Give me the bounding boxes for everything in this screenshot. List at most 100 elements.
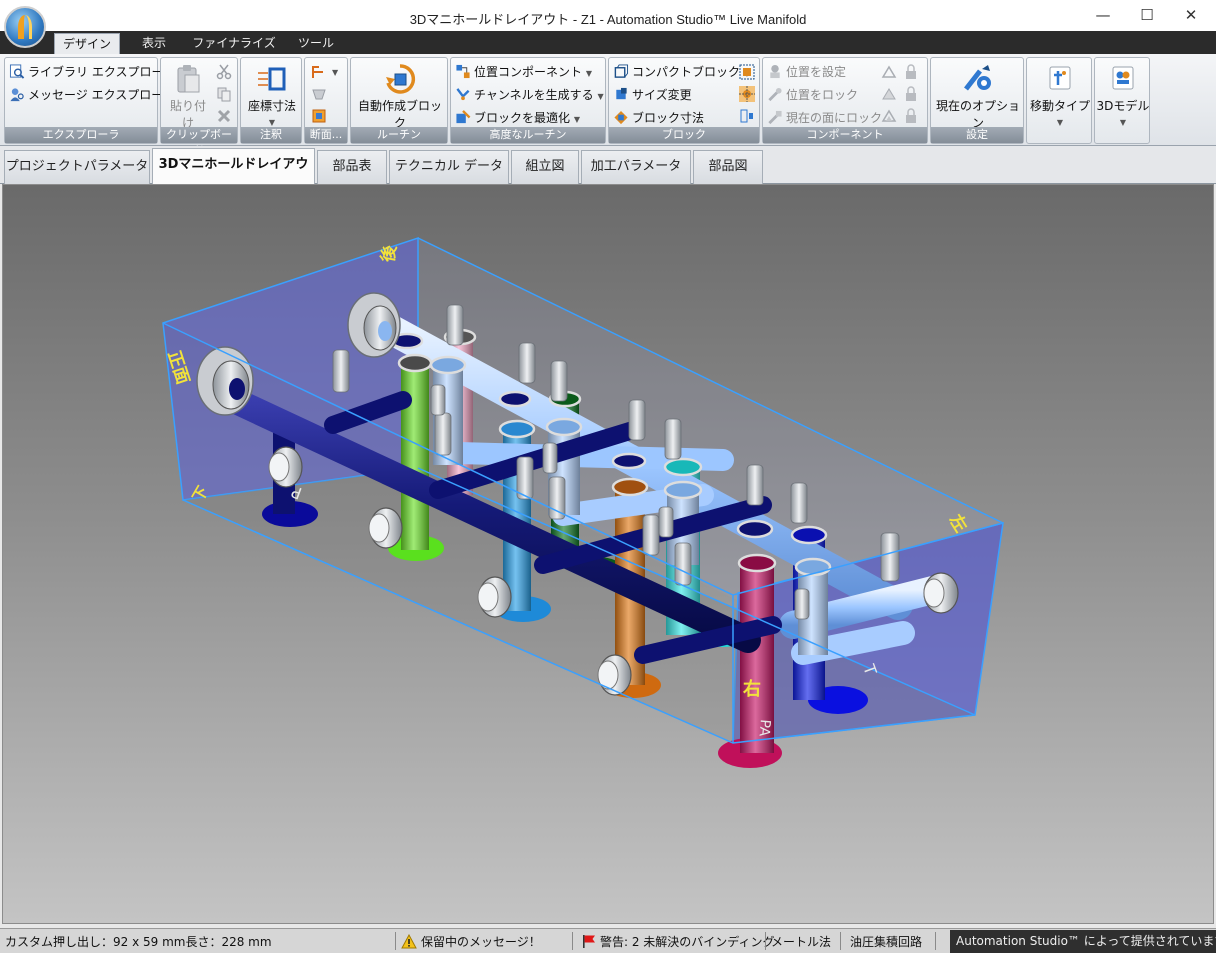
port-ring-green [397, 353, 433, 373]
warning-triangle-icon [401, 934, 417, 949]
port-ring-navy-b [498, 390, 532, 408]
paste-button[interactable]: 貼り付け [165, 63, 211, 131]
lock-position-label: 位置をロック [786, 88, 859, 102]
section-plane-icon[interactable] [311, 86, 327, 102]
status-pending-messages[interactable]: 保留中のメッセージ！ [401, 933, 541, 950]
lock-position-button[interactable]: 位置をロック [767, 85, 858, 106]
chevron-down-icon: ▼ [268, 118, 276, 127]
lock-z-icon[interactable] [903, 108, 919, 124]
group-section-label: 断面... [305, 127, 347, 143]
tab-tools[interactable]: ツール [290, 33, 342, 54]
section-cut-icon[interactable] [311, 108, 327, 124]
move-type-button[interactable]: 移動タイプ ▼ [1029, 63, 1091, 128]
status-warning[interactable]: 警告: 2 未解決のバインディング [582, 933, 774, 950]
compact-block-button[interactable]: コンパクトブロック ▼ [613, 62, 750, 83]
3d-viewport[interactable]: 正面 後 右 左 下 P T PA [2, 184, 1214, 924]
document-tab-bar: プロジェクトパラメータ 3Dマニホールドレイアウト 部品表 テクニカル データ … [0, 146, 1216, 204]
position-component-button[interactable]: 位置コンポーネント ▼ [455, 62, 592, 83]
face-label-right: 右 [743, 678, 761, 700]
library-explorer-button[interactable]: ライブラリ エクスプローラ [9, 62, 175, 83]
group-explorer-label: エクスプローラ [5, 127, 157, 143]
window-title: 3Dマニホールドレイアウト - Z1 - Automation Studio™ … [409, 12, 807, 27]
rotate-x-icon[interactable] [881, 64, 897, 80]
status-separator [765, 932, 766, 950]
tab-part-drawing[interactable]: 部品図 [693, 150, 763, 184]
3d-model-button[interactable]: 3Dモデル ▼ [1096, 63, 1150, 128]
compact-block-icon [614, 64, 629, 78]
generate-channel-icon [456, 88, 470, 101]
copy-icon[interactable] [216, 86, 232, 102]
resize-icon [616, 87, 627, 100]
resize-button[interactable]: サイズ変更 [613, 85, 692, 106]
group-component: 位置を設定 位置をロック 現在の面にロック コンポーネント [762, 57, 928, 144]
position-component-label: 位置コンポーネント [474, 65, 583, 79]
block-center-icon[interactable] [739, 86, 755, 102]
tab-3d-manifold-layout[interactable]: 3Dマニホールドレイアウト [152, 148, 315, 204]
tab-view[interactable]: 表示 [130, 33, 178, 54]
group-3d-model: 3Dモデル ▼ [1094, 57, 1150, 144]
status-circuit-type[interactable]: 油圧集積回路 [850, 933, 922, 950]
group-move-type: 移動タイプ ▼ [1026, 57, 1092, 144]
tab-project-parameters[interactable]: プロジェクトパラメータ [4, 150, 150, 184]
chevron-down-icon: ▼ [597, 92, 604, 101]
chevron-down-icon: ▼ [585, 69, 592, 78]
status-separator [840, 932, 841, 950]
close-button[interactable]: ✕ [1168, 0, 1214, 32]
group-block: コンパクトブロック ▼ サイズ変更 ブロック寸法 ブロック [608, 57, 760, 144]
status-units[interactable]: メートル法 [771, 933, 831, 950]
auto-block-label: 自動作成ブロック [357, 99, 442, 130]
lock-current-face-button[interactable]: 現在の面にロック [767, 108, 882, 129]
optimize-block-icon [456, 110, 471, 124]
port-ring-cyan [663, 457, 703, 477]
group-advanced-routine-label: 高度なルーチン [451, 127, 605, 143]
cut-icon[interactable] [216, 64, 232, 80]
status-separator [572, 932, 573, 950]
position-component-icon [456, 64, 470, 79]
tab-technical-data[interactable]: テクニカル データ [389, 150, 509, 184]
generate-channel-button[interactable]: チャンネルを生成する ▼ [455, 85, 604, 106]
rotate-z-icon[interactable] [881, 108, 897, 124]
tab-machining-parameters[interactable]: 加工パラメータ [581, 150, 691, 184]
port-ring-crimson [737, 553, 777, 573]
tab-assembly-drawing[interactable]: 組立図 [511, 150, 579, 184]
chevron-down-icon: ▼ [1119, 118, 1127, 127]
tab-design[interactable]: デザイン [54, 33, 120, 54]
tab-finalize[interactable]: ファイナライズ [190, 33, 278, 54]
group-clipboard: 貼り付け クリップボード [160, 57, 238, 157]
lock-x-icon[interactable] [903, 64, 919, 80]
paste-label: 貼り付け [169, 99, 206, 130]
delete-icon[interactable] [216, 108, 232, 124]
status-warning-label: 警告: 2 未解決のバインディング [600, 935, 775, 949]
generate-channel-label: チャンネルを生成する [474, 88, 594, 102]
title-bar: 3Dマニホールドレイアウト - Z1 - Automation Studio™ … [0, 0, 1216, 48]
group-section: ▼ 断面... [304, 57, 348, 144]
chevron-down-icon: ▼ [573, 115, 580, 124]
maximize-button[interactable]: ☐ [1124, 0, 1170, 32]
application-window: 3Dマニホールドレイアウト - Z1 - Automation Studio™ … [0, 0, 1216, 953]
optimize-block-button[interactable]: ブロックを最適化 ▼ [455, 108, 580, 129]
tab-bill-of-materials[interactable]: 部品表 [317, 150, 387, 184]
app-logo-icon[interactable] [4, 6, 46, 48]
manifold-scene[interactable]: 正面 後 右 左 下 P T PA [3, 185, 1213, 923]
message-explorer-button[interactable]: メッセージ エクスプローラ [9, 85, 175, 106]
coordinate-dimension-button[interactable]: 座標寸法 ▼ [243, 63, 301, 128]
rotate-y-icon[interactable] [881, 86, 897, 102]
status-powered-by: Automation Studio™ によって提供されています [950, 930, 1216, 953]
auto-block-button[interactable]: 自動作成ブロック [353, 63, 447, 131]
red-flag-icon [583, 935, 595, 948]
section-view-icon[interactable] [311, 64, 327, 80]
group-explorer: ライブラリ エクスプローラ メッセージ エクスプローラ エクスプローラ [4, 57, 175, 144]
minimize-button[interactable]: — [1080, 0, 1126, 32]
block-align-icon[interactable] [739, 108, 755, 124]
group-settings: 現在のオプション 設定 [930, 57, 1024, 144]
lock-y-icon[interactable] [903, 86, 919, 102]
port-ring-lightblue-b [545, 417, 583, 437]
current-options-button[interactable]: 現在のオプション [933, 63, 1023, 131]
group-clipboard-label: クリップボード [161, 127, 237, 157]
block-snap-icon[interactable] [739, 64, 755, 80]
port-ring-orange [611, 477, 649, 497]
auto-block-icon [386, 64, 416, 94]
block-dimension-button[interactable]: ブロック寸法 [613, 108, 704, 129]
ribbon-tab-bar: デザイン 表示 ファイナライズ ツール [0, 31, 1216, 54]
set-position-button[interactable]: 位置を設定 [767, 62, 846, 83]
